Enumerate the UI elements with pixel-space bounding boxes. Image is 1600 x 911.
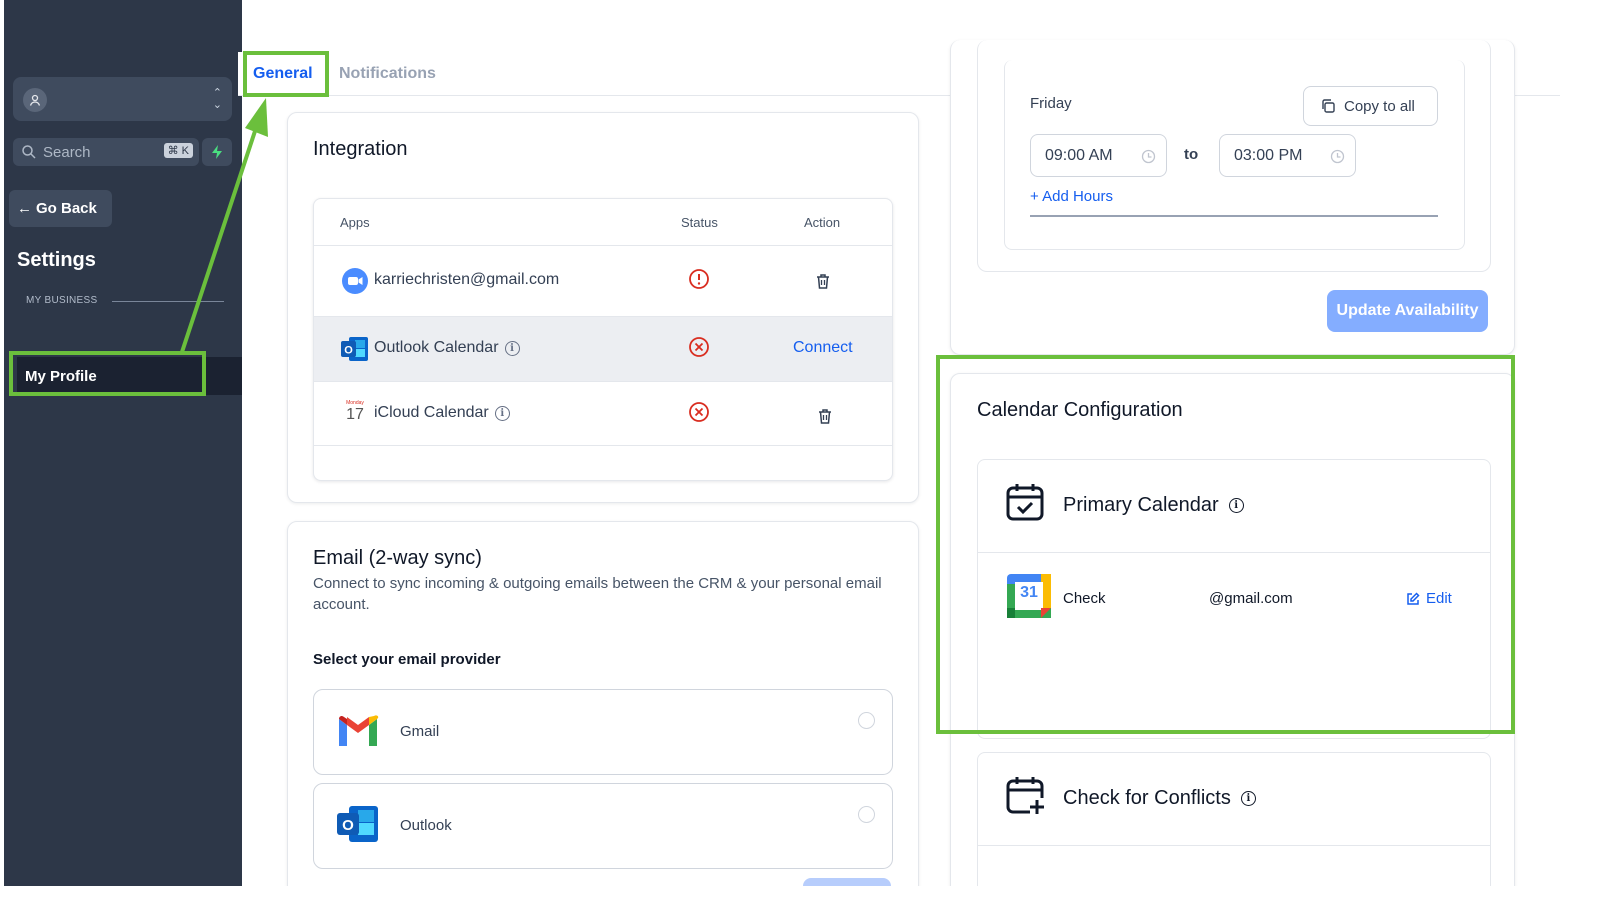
location-icon — [23, 88, 47, 112]
app-name: iCloud Calendar i — [374, 404, 510, 422]
frame-edge — [1562, 0, 1600, 911]
svg-text:O: O — [344, 345, 353, 357]
zoom-icon — [342, 268, 368, 294]
outlook-icon: O — [341, 337, 368, 361]
update-availability-button[interactable]: Update Availability — [1327, 290, 1488, 332]
app-name: karriechristen@gmail.com — [374, 271, 560, 288]
divider — [1030, 215, 1438, 217]
end-time-input[interactable]: 03:00 PM — [1219, 134, 1356, 177]
quick-action-button[interactable] — [202, 138, 232, 166]
start-time-value: 09:00 AM — [1045, 146, 1113, 164]
arrow-left-icon: ← — [17, 200, 32, 217]
search-icon — [22, 145, 36, 159]
copy-icon — [1322, 99, 1335, 113]
email-sync-title: Email (2-way sync) — [313, 547, 482, 569]
clock-icon — [1141, 149, 1156, 164]
provider-name: Outlook — [400, 817, 452, 834]
edit-label: Edit — [1426, 590, 1452, 607]
calendar-email: @gmail.com — [1209, 590, 1293, 607]
lightning-icon — [212, 145, 222, 159]
edit-icon — [1407, 591, 1420, 605]
info-icon: i — [1240, 791, 1256, 806]
provider-option-gmail[interactable]: Gmail — [313, 689, 893, 775]
sidebar-item-my-profile[interactable]: My Profile — [17, 357, 242, 395]
google-calendar-icon: 31 — [1007, 574, 1051, 618]
edit-button[interactable]: Edit — [1405, 590, 1452, 607]
sidebar: ⌃ ⌄ Search ⌘ K ← Go Back Settings MY BUSI… — [4, 0, 242, 905]
outlook-icon: O — [337, 806, 378, 842]
calendar-config-title: Calendar Configuration — [977, 399, 1183, 421]
divider — [978, 845, 1490, 846]
search-input[interactable]: Search ⌘ K — [13, 138, 199, 166]
day-label: Friday — [1030, 95, 1072, 112]
integration-title: Integration — [313, 138, 408, 160]
app-name: Outlook Calendar i — [374, 339, 520, 357]
tab-general[interactable]: General — [253, 65, 313, 83]
gmail-icon — [339, 715, 379, 746]
table-row: O Outlook Calendar i Connect — [314, 316, 892, 381]
divider — [978, 552, 1490, 553]
provider-name: Gmail — [400, 723, 440, 740]
settings-title: Settings — [17, 249, 96, 271]
column-header-status: Status — [681, 215, 718, 230]
email-sync-description: Connect to sync incoming & outgoing emai… — [313, 575, 882, 613]
info-icon: i — [494, 405, 510, 421]
column-header-apps: Apps — [340, 215, 370, 230]
info-icon: i — [504, 340, 520, 356]
svg-text:O: O — [342, 817, 354, 834]
table-row: karriechristen@gmail.com — [314, 245, 892, 316]
trash-icon[interactable] — [817, 408, 833, 425]
column-header-action: Action — [804, 215, 841, 230]
chevron-updown-icon: ⌃ ⌄ — [212, 87, 222, 111]
search-shortcut: ⌘ K — [163, 143, 193, 158]
divider — [112, 301, 224, 302]
table-row: Monday 17 iCloud Calendar i — [314, 381, 892, 445]
trash-icon[interactable] — [815, 273, 831, 290]
error-x-icon — [689, 402, 709, 422]
calendar-label: Check — [1063, 590, 1106, 607]
clock-icon — [1330, 149, 1345, 164]
calendar-check-icon — [1006, 484, 1044, 521]
add-hours-link[interactable]: + Add Hours — [1030, 188, 1113, 205]
provider-label: Select your email provider — [313, 651, 501, 668]
connect-button[interactable]: Connect — [793, 339, 853, 357]
table-row-empty — [314, 445, 892, 480]
frame-edge — [0, 886, 1600, 911]
check-conflicts-title: Check for Conflicts i — [1063, 787, 1256, 810]
integration-table: Apps Status Action karriechristen@gmail.… — [313, 198, 893, 481]
section-label: MY BUSINESS — [26, 295, 98, 306]
go-back-button[interactable]: ← Go Back — [9, 190, 112, 227]
provider-radio[interactable] — [858, 806, 875, 823]
icloud-calendar-icon: Monday 17 — [346, 400, 364, 423]
search-placeholder: Search — [43, 143, 91, 161]
primary-calendar-title: Primary Calendar i — [1063, 494, 1244, 517]
account-switcher[interactable]: ⌃ ⌄ — [13, 77, 232, 121]
to-label: to — [1184, 146, 1199, 163]
warning-icon — [689, 269, 709, 289]
error-x-icon — [689, 337, 709, 357]
info-icon: i — [1228, 498, 1244, 513]
provider-radio[interactable] — [858, 712, 875, 729]
copy-to-all-button[interactable]: Copy to all — [1303, 86, 1438, 126]
start-time-input[interactable]: 09:00 AM — [1030, 134, 1167, 177]
copy-to-all-label: Copy to all — [1344, 97, 1415, 115]
tab-notifications[interactable]: Notifications — [339, 65, 436, 83]
end-time-value: 03:00 PM — [1234, 146, 1303, 164]
provider-option-outlook[interactable]: O Outlook — [313, 783, 893, 869]
calendar-plus-icon — [1006, 777, 1044, 814]
go-back-label: Go Back — [36, 200, 97, 217]
